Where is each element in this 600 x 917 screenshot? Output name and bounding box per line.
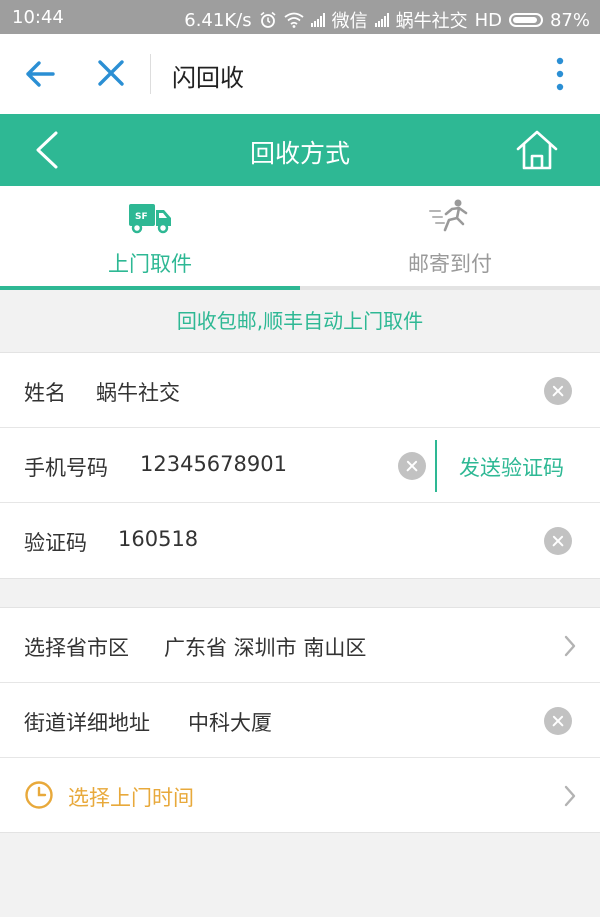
chevron-right-icon [564,635,576,657]
network-type: HD [474,9,502,31]
tab-mail-cod[interactable]: 邮寄到付 [300,186,600,290]
name-field[interactable]: 蜗牛社交 [96,377,180,407]
pickup-time-row[interactable]: 选择上门时间 [0,758,600,833]
code-row: 验证码 160518 [0,503,600,578]
status-time: 10:44 [12,7,64,28]
pickup-method-tabs: SF 上门取件 邮寄到付 [0,186,600,290]
svg-text:SF: SF [135,212,148,222]
name-label: 姓名 [24,381,66,405]
tab-label: 邮寄到付 [408,252,492,276]
signal-icon [310,13,325,27]
phone-row: 手机号码 12345678901 发送验证码 [0,428,600,503]
address-form: 选择省市区 广东省 深圳市 南山区 街道详细地址 中科大厦 选择上门时间 [0,607,600,833]
phone-label: 手机号码 [24,456,108,480]
page-header: 回收方式 [0,114,600,186]
code-field[interactable]: 160518 [118,527,198,551]
battery-icon [508,13,543,27]
tab-door-pickup[interactable]: SF 上门取件 [0,186,300,290]
clear-code-icon[interactable] [544,527,572,555]
page-title: 回收方式 [249,139,350,168]
street-label: 街道详细地址 [24,711,150,735]
clock-icon [25,781,53,809]
toolbar-divider [150,54,151,94]
street-row: 街道详细地址 中科大厦 [0,683,600,758]
contact-form: 姓名 蜗牛社交 手机号码 12345678901 发送验证码 验证码 16051… [0,352,600,579]
tab-label: 上门取件 [108,252,192,276]
name-row: 姓名 蜗牛社交 [0,353,600,428]
alarm-icon [260,11,276,28]
clear-street-icon[interactable] [544,707,572,735]
more-vertical-icon[interactable] [548,56,572,92]
browser-title: 闪回收 [172,64,244,92]
status-right: 6.41K/s 微信 蜗牛社交 HD 87% [184,7,590,33]
clear-phone-icon[interactable] [398,452,426,480]
code-label: 验证码 [24,531,87,555]
send-code-button[interactable]: 发送验证码 [459,452,564,482]
region-value: 广东省 深圳市 南山区 [164,636,367,660]
free-shipping-notice: 回收包邮,顺丰自动上门取件 [0,290,600,352]
battery-percent: 87% [549,9,590,31]
signal-icon-2 [374,13,389,27]
home-icon[interactable] [514,128,560,172]
running-man-icon [429,199,468,232]
clear-name-icon[interactable] [544,377,572,405]
region-label: 选择省市区 [24,636,129,660]
network-speed: 6.41K/s [184,9,252,31]
phone-field[interactable]: 12345678901 [140,452,287,476]
region-row[interactable]: 选择省市区 广东省 深圳市 南山区 [0,608,600,683]
chevron-right-icon [564,785,576,807]
carrier-1: 微信 [331,11,368,32]
status-bar: 10:44 6.41K/s 微信 蜗牛社交 HD 87% [0,0,600,34]
carrier-2: 蜗牛社交 [395,11,468,32]
pickup-time-label: 选择上门时间 [68,786,194,810]
browser-toolbar: 闪回收 [0,34,600,114]
close-icon[interactable] [94,56,128,90]
street-field[interactable]: 中科大厦 [188,707,272,737]
send-code-divider [435,440,437,492]
wifi-icon [284,12,304,28]
truck-sf-icon: SF [129,204,171,234]
arrow-left-icon[interactable] [24,58,56,90]
